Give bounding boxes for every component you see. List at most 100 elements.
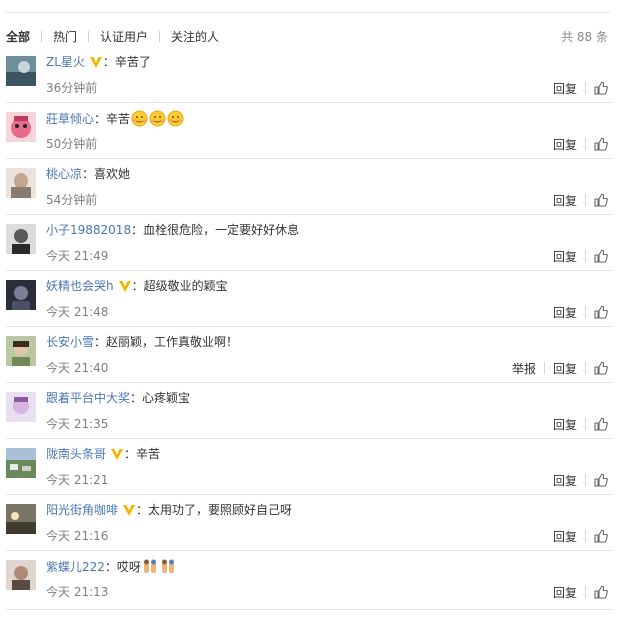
comment-item: 跟着平台中大奖 ：心疼颖宝 今天 21:35 回复 [6, 383, 614, 439]
comment-text: ：辛苦了 [102, 55, 151, 69]
action-divider [585, 194, 586, 206]
tab-verified-users[interactable]: 认证用户 [100, 28, 148, 45]
comment-time: 54分钟前 [46, 193, 98, 207]
comment-time: 今天 21:13 [46, 585, 109, 599]
like-thumb-icon[interactable] [594, 193, 608, 207]
comment-actions: 举报 回复 [512, 360, 608, 376]
people-emoji-icon [160, 558, 177, 575]
comment-time: 今天 21:21 [46, 473, 109, 487]
avatar[interactable] [6, 336, 36, 366]
reply-button[interactable]: 回复 [553, 304, 577, 321]
comment-item: ZL星火 ：辛苦了 36分钟前 回复 [6, 47, 614, 103]
username-link[interactable]: 桃心凉 [46, 166, 82, 182]
avatar[interactable] [6, 168, 36, 198]
comment-time: 36分钟前 [46, 81, 98, 95]
comment-time: 今天 21:49 [46, 249, 109, 263]
comment-text: ：哎呀 [104, 559, 141, 574]
reply-button[interactable]: 回复 [553, 360, 577, 377]
comment-text: ：辛苦 [124, 447, 161, 461]
comment-text: ：心疼颖宝 [130, 391, 191, 405]
username-link[interactable]: 小子19882018 [46, 222, 131, 238]
verified-v-icon [122, 504, 136, 517]
username-link[interactable]: 陇南头条哥 [46, 446, 106, 462]
reply-button[interactable]: 回复 [553, 80, 577, 97]
reply-button[interactable]: 回复 [553, 192, 577, 209]
blush-emoji-icon [149, 110, 166, 127]
username-link[interactable]: 跟着平台中大奖 [46, 390, 130, 406]
verified-v-icon [110, 448, 124, 461]
comment-actions: 回复 [553, 304, 608, 320]
avatar[interactable] [6, 280, 36, 310]
reply-button[interactable]: 回复 [553, 136, 577, 153]
tab-divider [88, 30, 90, 42]
avatar[interactable] [6, 392, 36, 422]
comment-text: ：赵丽颖，工作真敬业啊！ [94, 335, 239, 349]
username-link[interactable]: ZL星火 [46, 54, 85, 70]
action-divider [585, 530, 586, 542]
like-thumb-icon[interactable] [594, 249, 608, 263]
report-button[interactable]: 举报 [512, 360, 536, 377]
comment-list: ZL星火 ：辛苦了 36分钟前 回复 莊草倾心 ：辛苦 50分钟前 回复 桃心凉… [6, 47, 614, 610]
action-divider [585, 362, 586, 374]
tab-following[interactable]: 关注的人 [171, 28, 219, 45]
avatar[interactable] [6, 112, 36, 142]
like-thumb-icon[interactable] [594, 529, 608, 543]
like-thumb-icon[interactable] [594, 305, 608, 319]
comment-text: ：喜欢她 [82, 167, 131, 181]
comment-actions: 回复 [553, 584, 608, 600]
action-divider [585, 138, 586, 150]
people-emoji-icon [142, 558, 159, 575]
action-divider [585, 82, 586, 94]
username-link[interactable]: 莊草倾心 [46, 111, 94, 127]
avatar[interactable] [6, 560, 36, 590]
username-link[interactable]: 紫蝶儿222 [46, 559, 105, 575]
comment-time: 今天 21:48 [46, 305, 109, 319]
comment-item: 长安小雪 ：赵丽颖，工作真敬业啊！ 今天 21:40 举报 回复 [6, 327, 614, 383]
username-link[interactable]: 阳光街角咖啡 [46, 502, 118, 518]
action-divider [585, 418, 586, 430]
comment-count: 共 88 条 [561, 29, 608, 44]
action-divider [585, 474, 586, 486]
reply-button[interactable]: 回复 [553, 472, 577, 489]
tab-all[interactable]: 全部 [6, 28, 30, 45]
like-thumb-icon[interactable] [594, 417, 608, 431]
comment-item: 妖精也会哭h ：超级敬业的颖宝 今天 21:48 回复 [6, 271, 614, 327]
avatar[interactable] [6, 56, 36, 86]
like-thumb-icon[interactable] [594, 81, 608, 95]
reply-button[interactable]: 回复 [553, 248, 577, 265]
comment-actions: 回复 [553, 416, 608, 432]
comment-actions: 回复 [553, 136, 608, 152]
reply-button[interactable]: 回复 [553, 528, 577, 545]
avatar[interactable] [6, 224, 36, 254]
comment-actions: 回复 [553, 80, 608, 96]
blush-emoji-icon [167, 110, 184, 127]
comment-actions: 回复 [553, 192, 608, 208]
comment-time: 50分钟前 [46, 137, 98, 151]
action-divider [543, 362, 545, 374]
comment-item: 紫蝶儿222 ：哎呀 今天 21:13 回复 [6, 551, 614, 610]
reply-button[interactable]: 回复 [553, 416, 577, 433]
avatar[interactable] [6, 448, 36, 478]
like-thumb-icon[interactable] [594, 473, 608, 487]
tab-hot[interactable]: 热门 [53, 28, 77, 45]
comment-text: ：血栓很危险，一定要好好休息 [131, 223, 300, 237]
reply-button[interactable]: 回复 [553, 584, 577, 601]
filter-tabs: 全部 热门 认证用户 关注的人 共 88 条 [6, 27, 608, 45]
comment-time: 今天 21:40 [46, 361, 109, 375]
verified-v-icon [89, 56, 103, 69]
top-divider [5, 12, 610, 13]
comment-item: 小子19882018 ：血栓很危险，一定要好好休息 今天 21:49 回复 [6, 215, 614, 271]
like-thumb-icon[interactable] [594, 361, 608, 375]
username-link[interactable]: 长安小雪 [46, 334, 94, 350]
comment-time: 今天 21:16 [46, 529, 109, 543]
avatar[interactable] [6, 504, 36, 534]
username-link[interactable]: 妖精也会哭h [46, 278, 114, 294]
like-thumb-icon[interactable] [594, 585, 608, 599]
action-divider [585, 306, 586, 318]
comment-item: 莊草倾心 ：辛苦 50分钟前 回复 [6, 103, 614, 159]
action-divider [585, 586, 586, 598]
like-thumb-icon[interactable] [594, 137, 608, 151]
verified-v-icon [118, 280, 132, 293]
comment-actions: 回复 [553, 528, 608, 544]
comment-item: 桃心凉 ：喜欢她 54分钟前 回复 [6, 159, 614, 215]
